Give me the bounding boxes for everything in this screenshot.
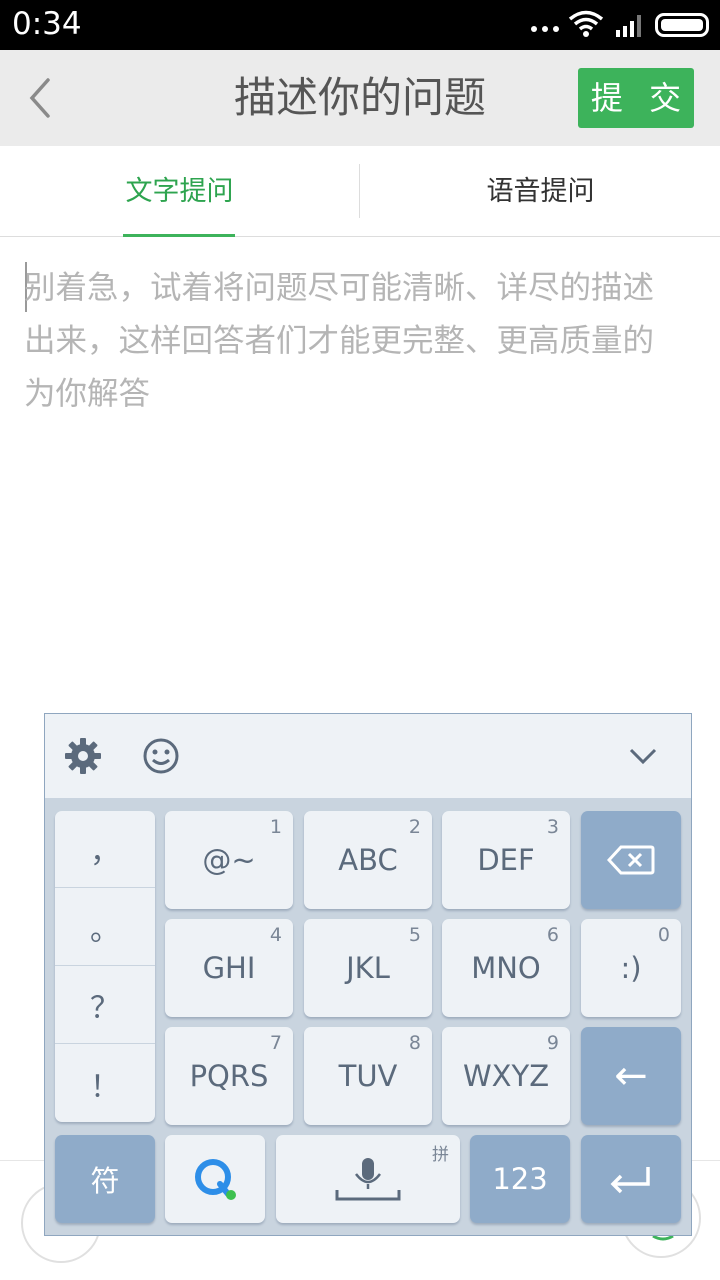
status-bar: 0:34	[0, 0, 720, 50]
space-voice-key[interactable]: 拼	[276, 1135, 460, 1223]
chevron-left-icon	[29, 78, 50, 118]
key-number: 7	[269, 1032, 282, 1054]
key-label: 符	[90, 1164, 120, 1198]
wifi-icon	[568, 10, 604, 37]
hide-keyboard-button[interactable]	[619, 732, 667, 780]
key-number: 4	[269, 924, 282, 946]
key-7[interactable]: PQRS 7	[165, 1027, 293, 1125]
tab-text-question[interactable]: 文字提问	[0, 146, 359, 236]
key-label: :)	[620, 951, 642, 985]
key-8[interactable]: TUV 8	[304, 1027, 432, 1125]
key-number: 5	[408, 924, 421, 946]
key-number: 8	[408, 1032, 421, 1054]
key-6[interactable]: MNO 6	[442, 919, 570, 1017]
keyboard-toolbar	[45, 714, 691, 798]
key-label: ABC	[338, 843, 398, 877]
numbers-key[interactable]: 123	[470, 1135, 570, 1223]
key-label: WXYZ	[462, 1059, 550, 1093]
backspace-key[interactable]	[581, 811, 681, 909]
key-number: 2	[408, 816, 421, 838]
key-label: PQRS	[189, 1059, 269, 1093]
key-label: 123	[492, 1162, 548, 1196]
emoji-button[interactable]	[137, 732, 185, 780]
punct-key-period[interactable]: 。	[55, 889, 155, 966]
punct-key-comma[interactable]: ，	[55, 811, 155, 888]
symbols-key[interactable]: 符	[55, 1135, 155, 1223]
key-2[interactable]: ABC 2	[304, 811, 432, 909]
screen: 0:34 描述你的问题 提 交 文字提问 语音提问 别着急，试着将问题尽可能清晰…	[0, 0, 720, 1280]
key-number: 1	[269, 816, 282, 838]
key-label: GHI	[202, 951, 256, 985]
signal-icon	[616, 15, 641, 37]
cursor-left-key[interactable]: ←	[581, 1027, 681, 1125]
key-1[interactable]: @~ 1	[165, 811, 293, 909]
q-logo-icon	[195, 1159, 236, 1200]
microphone-icon	[335, 1158, 401, 1201]
key-number: 0	[657, 924, 670, 946]
backspace-icon	[607, 845, 655, 875]
key-label: JKL	[346, 951, 390, 985]
question-mode-tabs: 文字提问 语音提问	[0, 146, 720, 237]
punctuation-column: ， 。 ？ ！	[55, 811, 155, 1122]
punct-key-question[interactable]: ？	[55, 967, 155, 1044]
soft-keyboard: ， 。 ？ ！ @~ 1 ABC 2 DEF 3 GHI 4 JKL 5 MNO…	[44, 713, 692, 1236]
input-method-logo-key[interactable]	[165, 1135, 265, 1223]
more-dots-icon	[531, 26, 559, 32]
active-tab-indicator	[123, 234, 235, 237]
punct-key-exclamation[interactable]: ！	[55, 1045, 155, 1122]
chevron-down-icon	[629, 748, 657, 765]
key-number: 3	[546, 816, 559, 838]
enter-icon	[610, 1167, 650, 1194]
key-label: DEF	[477, 843, 535, 877]
key-5[interactable]: JKL 5	[304, 919, 432, 1017]
question-input[interactable]: 别着急，试着将问题尽可能清晰、详尽的描述出来，这样回答者们才能更完整、更高质量的…	[24, 262, 684, 421]
back-button[interactable]	[10, 64, 70, 132]
key-9[interactable]: WXYZ 9	[442, 1027, 570, 1125]
gear-icon	[65, 738, 101, 774]
enter-key[interactable]	[581, 1135, 681, 1223]
key-label: MNO	[471, 951, 541, 985]
arrow-left-icon: ←	[614, 1053, 648, 1099]
key-number: 6	[546, 924, 559, 946]
key-4[interactable]: GHI 4	[165, 919, 293, 1017]
keyboard-settings-button[interactable]	[59, 732, 107, 780]
app-header: 描述你的问题 提 交	[0, 50, 720, 146]
pinyin-indicator: 拼	[432, 1145, 449, 1165]
submit-button[interactable]: 提 交	[578, 68, 694, 128]
tab-voice-question[interactable]: 语音提问	[361, 146, 720, 236]
key-label: @~	[202, 843, 256, 877]
battery-icon	[655, 13, 709, 37]
status-time: 0:34	[12, 6, 82, 42]
smiley-icon	[143, 738, 179, 774]
tab-divider	[359, 164, 360, 218]
key-label: TUV	[338, 1059, 398, 1093]
emoticon-key[interactable]: :) 0	[581, 919, 681, 1017]
key-number: 9	[546, 1032, 559, 1054]
key-3[interactable]: DEF 3	[442, 811, 570, 909]
